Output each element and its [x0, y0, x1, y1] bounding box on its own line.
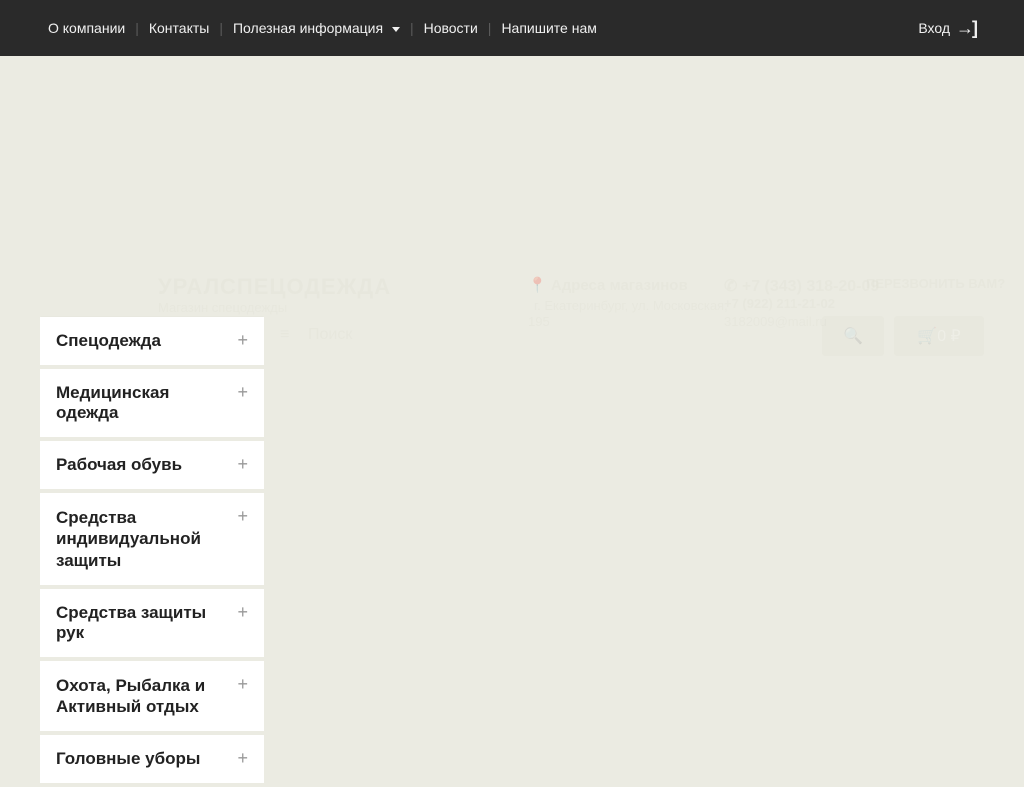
login-label: Вход [918, 20, 950, 36]
category-item[interactable]: Медицинская одежда + [40, 369, 264, 441]
map-pin-icon: 📍 [528, 277, 547, 294]
login-button[interactable]: Вход →] [918, 18, 976, 39]
expand-icon: + [237, 507, 248, 525]
expand-icon: + [237, 331, 248, 349]
expand-icon: + [237, 455, 248, 473]
addresses-label: 📍 Адреса магазинов [528, 276, 688, 294]
address-city: г. Екатеринбург, ул. Московская, [534, 298, 728, 313]
topbar: О компании | Контакты | Полезная информа… [0, 0, 1024, 56]
addresses-title: Адреса магазинов [551, 277, 688, 294]
cart-icon: 🛒 [917, 326, 937, 346]
nav-write[interactable]: Напишите нам [501, 20, 596, 36]
category-label: Спецодежда [56, 331, 171, 351]
category-item[interactable]: Спецодежда + [40, 317, 264, 369]
category-item[interactable]: Охота, Рыбалка и Активный отдых + [40, 661, 264, 736]
search-submit-button[interactable]: 🔍 [822, 316, 884, 356]
nav-contacts[interactable]: Контакты [149, 20, 209, 36]
hero: УРАЛСПЕЦОДЕЖДА Магазин спецодежды 📍 Адре… [0, 56, 1024, 320]
category-item[interactable]: Средства индивидуальной защиты + [40, 493, 264, 589]
nav-info[interactable]: Полезная информация [233, 20, 400, 36]
category-label: Медицинская одежда [56, 383, 237, 423]
category-item[interactable]: Головные уборы + [40, 735, 264, 787]
phone-secondary[interactable]: +7 (922) 211-21-02 [724, 296, 835, 311]
category-item[interactable]: Рабочая обувь + [40, 441, 264, 493]
hamburger-icon: ≡ [280, 326, 289, 344]
cart-price: 0 ₽ [937, 326, 961, 346]
brand-name: УРАЛСПЕЦОДЕЖДА [158, 274, 391, 300]
category-label: Средства индивидуальной защиты [56, 507, 237, 571]
phone-primary-text: +7 (343) 318-20-09 [742, 278, 879, 295]
category-item[interactable]: Средства защиты рук + [40, 589, 264, 661]
category-label: Охота, Рыбалка и Активный отдых [56, 675, 237, 718]
nav-sep: | [410, 20, 414, 36]
expand-icon: + [237, 603, 248, 621]
nav-sep: | [219, 20, 223, 36]
phone-primary[interactable]: ✆ +7 (343) 318-20-09 [724, 276, 879, 296]
nav-about[interactable]: О компании [48, 20, 125, 36]
topnav: О компании | Контакты | Полезная информа… [48, 20, 597, 36]
login-icon: →] [956, 18, 976, 39]
phone-icon: ✆ [724, 278, 737, 295]
nav-info-label: Полезная информация [233, 20, 383, 36]
nav-sep: | [488, 20, 492, 36]
category-label: Средства защиты рук [56, 603, 237, 643]
search-placeholder[interactable]: Поиск [308, 326, 352, 344]
expand-icon: + [237, 383, 248, 401]
search-icon: 🔍 [843, 326, 863, 346]
category-label: Рабочая обувь [56, 455, 192, 475]
category-label: Головные уборы [56, 749, 210, 769]
chevron-down-icon [392, 27, 400, 32]
expand-icon: + [237, 675, 248, 693]
category-sidebar: Спецодежда + Медицинская одежда + Рабоча… [40, 317, 264, 787]
nav-sep: | [135, 20, 139, 36]
cart-button[interactable]: 🛒 0 ₽ [894, 316, 984, 356]
brand-tagline: Магазин спецодежды [158, 300, 287, 315]
callback-link[interactable]: ПЕРЕЗВОНИТЬ ВАМ? [866, 276, 1005, 291]
nav-news[interactable]: Новости [424, 20, 478, 36]
expand-icon: + [237, 749, 248, 767]
